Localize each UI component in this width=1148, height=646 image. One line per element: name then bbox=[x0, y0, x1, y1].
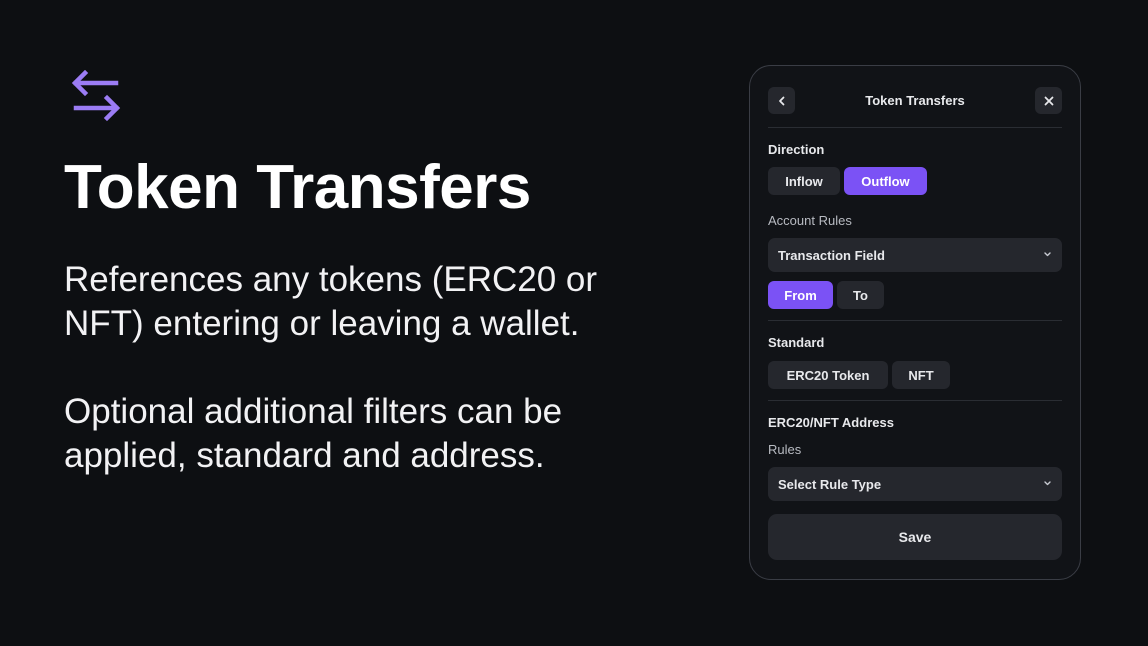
filters-paragraph: Optional additional filters can be appli… bbox=[64, 392, 563, 475]
divider bbox=[768, 320, 1062, 321]
standard-erc20-button[interactable]: ERC20 Token bbox=[768, 361, 888, 389]
save-button[interactable]: Save bbox=[768, 514, 1062, 560]
slide: Token Transfers References any tokens (E… bbox=[0, 0, 1148, 646]
divider bbox=[768, 127, 1062, 128]
close-button[interactable] bbox=[1035, 87, 1062, 114]
direction-inflow-button[interactable]: Inflow bbox=[768, 167, 840, 195]
panel-title: Token Transfers bbox=[865, 93, 965, 108]
rule-type-select[interactable]: Select Rule Type bbox=[768, 467, 1062, 501]
description-paragraph: References any tokens (ERC20 or NFT) ent… bbox=[64, 260, 598, 343]
panel-header: Token Transfers bbox=[768, 87, 1062, 115]
transfer-arrows-icon bbox=[70, 69, 122, 122]
transaction-field-value: Transaction Field bbox=[778, 247, 885, 263]
close-icon bbox=[1044, 96, 1053, 105]
account-rules-label: Account Rules bbox=[768, 213, 852, 228]
standard-nft-button[interactable]: NFT bbox=[892, 361, 950, 389]
token-transfers-panel: Token Transfers Direction Inflow Outflow… bbox=[749, 65, 1081, 580]
transaction-field-select[interactable]: Transaction Field bbox=[768, 238, 1062, 272]
rule-type-value: Select Rule Type bbox=[778, 476, 882, 492]
standard-label: Standard bbox=[768, 335, 825, 350]
page-title: Token Transfers bbox=[64, 153, 531, 222]
direction-outflow-button[interactable]: Outflow bbox=[844, 167, 927, 195]
account-to-button[interactable]: To bbox=[837, 281, 884, 309]
chevron-down-icon bbox=[1044, 252, 1051, 257]
chevron-down-icon bbox=[1044, 481, 1051, 486]
address-label: ERC20/NFT Address bbox=[768, 415, 894, 430]
divider bbox=[768, 400, 1062, 401]
account-from-button[interactable]: From bbox=[768, 281, 833, 309]
rules-label: Rules bbox=[768, 442, 802, 457]
direction-label: Direction bbox=[768, 142, 825, 157]
